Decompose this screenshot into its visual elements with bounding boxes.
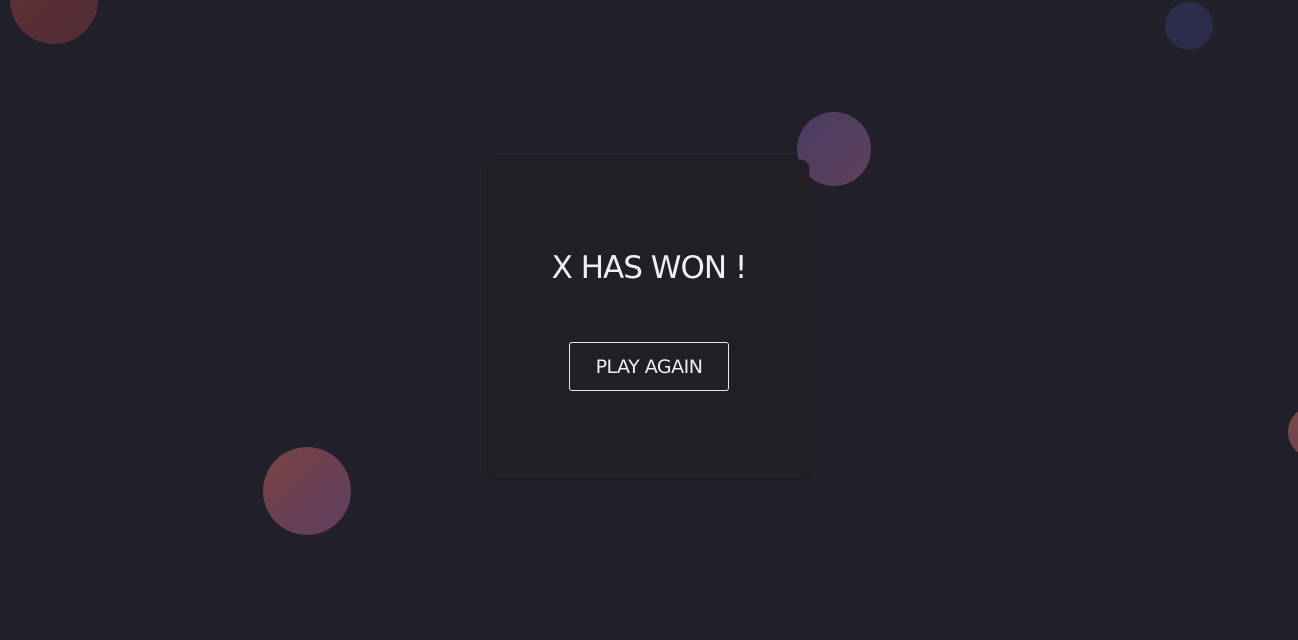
decorative-bubble xyxy=(10,0,98,44)
decorative-bubble xyxy=(1165,2,1213,50)
play-again-button[interactable]: PLAY AGAIN xyxy=(569,342,729,391)
game-screen: X HAS WON ! PLAY AGAIN xyxy=(0,0,1298,640)
winner-message: X HAS WON ! xyxy=(551,250,748,286)
decorative-bubble xyxy=(263,447,351,535)
game-over-modal xyxy=(488,160,809,479)
decorative-bubble xyxy=(1288,406,1298,458)
